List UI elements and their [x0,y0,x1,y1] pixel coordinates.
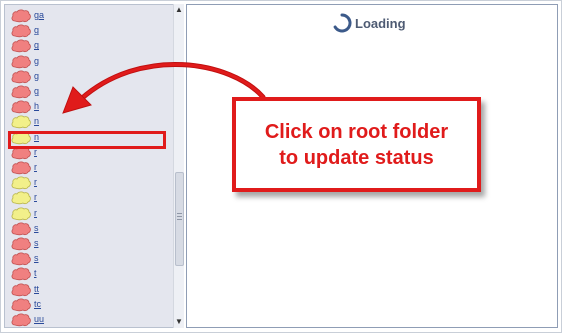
red-status-cloud-icon [11,222,31,235]
yellow-status-cloud-icon [11,176,31,190]
tree-item-label[interactable]: g [34,71,39,81]
yellow-status-cloud-icon [11,207,31,220]
callout-line-2: to update status [279,146,434,169]
instruction-callout: Click on root folder to update status [232,97,481,192]
red-status-cloud-icon [11,55,31,68]
scroll-thumb[interactable] [175,172,184,266]
app-frame: ga g g g g g h n n r r r r r s s s t tt tc uu ▲ ▼ Loading Cl… [0,0,562,333]
grip-line [177,213,182,214]
tree-item-label[interactable]: tt [34,284,39,294]
red-status-cloud-icon [11,267,31,281]
tree-item-label[interactable]: r [34,192,37,202]
loading-label: Loading [355,16,406,31]
red-status-cloud-icon [11,100,31,114]
yellow-status-cloud-icon [11,191,31,205]
red-status-cloud-icon [11,24,31,38]
tree-scrollbar[interactable]: ▲ ▼ [173,4,184,328]
grip-line [177,219,182,220]
red-status-cloud-icon [11,313,31,327]
tree-item-label[interactable]: g [34,40,39,50]
red-status-cloud-icon [11,252,31,266]
tree-item-label[interactable]: h [34,101,39,111]
tree-item-label[interactable]: r [34,162,37,172]
tree-item-label[interactable]: g [34,86,39,96]
red-status-cloud-icon [11,9,31,23]
red-status-cloud-icon [11,237,31,251]
red-status-cloud-icon [11,85,31,99]
tree-item-label[interactable]: ga [34,10,44,20]
folder-tree-pane: ga g g g g g h n n r r r r r s s s t tt tc uu [4,4,174,328]
tree-item-label[interactable]: r [34,208,37,218]
scroll-down-arrow-icon[interactable]: ▼ [175,318,183,326]
yellow-status-cloud-icon [11,115,31,129]
tree-item-label[interactable]: uu [34,314,44,324]
red-status-cloud-icon [11,161,31,175]
tree-item-label[interactable]: r [34,177,37,187]
tree-item[interactable]: uu [11,311,166,327]
tree-item-label[interactable]: g [34,25,39,35]
scroll-up-arrow-icon[interactable]: ▲ [175,6,183,14]
red-status-cloud-icon [11,283,31,296]
root-folder-highlight [8,131,166,149]
grip-line [177,216,182,217]
red-status-cloud-icon [11,298,31,311]
red-status-cloud-icon [11,39,31,53]
tree-item-label[interactable]: n [34,116,39,126]
spinner-icon [333,13,352,33]
callout-line-1: Click on root folder [264,120,449,143]
tree-item-label[interactable]: s [34,223,39,233]
red-status-cloud-icon [11,70,31,83]
tree-item-label[interactable]: t [34,268,37,278]
tree-item-label[interactable]: s [34,253,39,263]
tree-item-label[interactable]: s [34,238,39,248]
tree-item-label[interactable]: tc [34,299,41,309]
tree-item-label[interactable]: g [34,56,39,66]
